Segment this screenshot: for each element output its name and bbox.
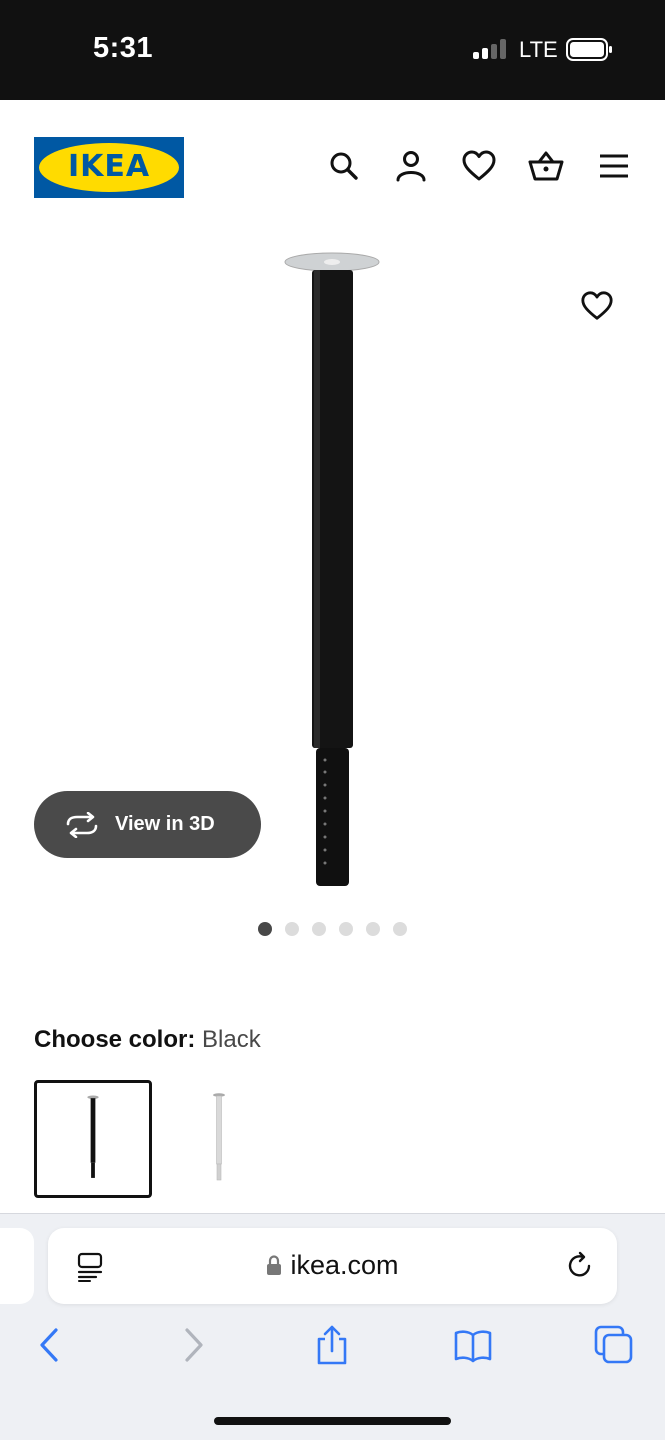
previous-tab-preview[interactable]: [0, 1228, 34, 1304]
user-icon[interactable]: [393, 148, 429, 184]
url-display: ikea.com: [48, 1250, 617, 1281]
network-label: LTE: [519, 37, 558, 62]
bookmarks-icon[interactable]: [453, 1325, 493, 1365]
color-option-white[interactable]: [160, 1080, 278, 1198]
heart-icon[interactable]: [461, 148, 497, 184]
selected-color-value: Black: [202, 1026, 261, 1053]
carousel-dot[interactable]: [339, 922, 353, 936]
carousel-dot[interactable]: [366, 922, 380, 936]
carousel-dot[interactable]: [312, 922, 326, 936]
color-option-black[interactable]: [34, 1080, 152, 1198]
view-in-3d-label: View in 3D: [115, 813, 215, 835]
battery-icon: [566, 38, 612, 61]
signal-icon: [473, 39, 507, 59]
rotate-3d-icon: [66, 811, 98, 838]
color-chooser-label: Choose color:: [34, 1026, 196, 1053]
carousel-dot[interactable]: [285, 922, 299, 936]
reload-icon[interactable]: [565, 1251, 595, 1281]
search-icon[interactable]: [326, 148, 362, 184]
carousel-dot[interactable]: [393, 922, 407, 936]
home-indicator: [214, 1417, 451, 1425]
share-icon[interactable]: [312, 1325, 352, 1365]
url-text: ikea.com: [290, 1250, 399, 1280]
back-icon[interactable]: [30, 1325, 70, 1365]
save-to-favorites-icon[interactable]: [580, 289, 614, 323]
tabs-icon[interactable]: [594, 1325, 634, 1365]
carousel-dot[interactable]: [258, 922, 272, 936]
status-bar: 5:31 LTE: [0, 0, 665, 100]
basket-icon[interactable]: [528, 148, 564, 184]
lock-icon: [267, 1255, 282, 1275]
site-header: IKEA: [0, 100, 665, 230]
forward-icon[interactable]: [173, 1325, 213, 1365]
color-chooser-heading: Choose color: Black: [34, 1026, 261, 1054]
logo-text: IKEA: [67, 149, 151, 184]
ikea-logo[interactable]: IKEA: [34, 137, 184, 198]
view-in-3d-button[interactable]: View in 3D: [34, 791, 261, 858]
menu-icon[interactable]: [596, 148, 632, 184]
status-time: 5:31: [93, 32, 154, 64]
image-carousel-indicator: [258, 922, 407, 936]
address-bar[interactable]: ikea.com: [48, 1228, 617, 1304]
